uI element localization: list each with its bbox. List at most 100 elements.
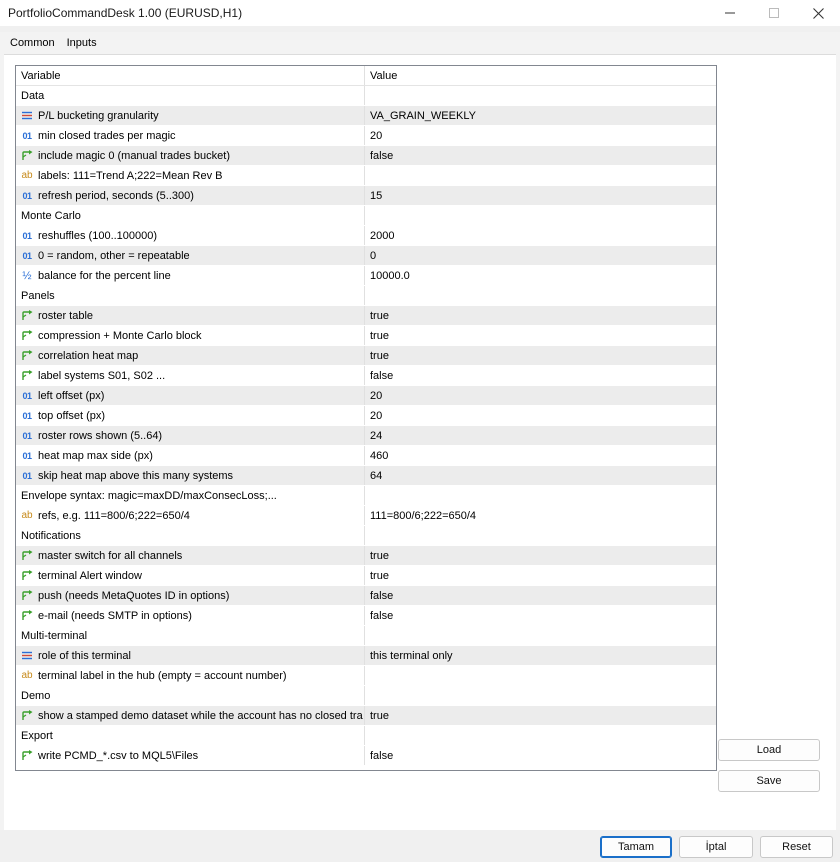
parameter-row[interactable]: master switch for all channels true <box>16 546 716 566</box>
parameter-value[interactable]: 15 <box>370 190 382 202</box>
parameter-row[interactable]: compression + Monte Carlo block true <box>16 326 716 346</box>
parameter-row[interactable]: e-mail (needs SMTP in options) false <box>16 606 716 626</box>
parameter-value-cell[interactable]: false <box>365 606 716 625</box>
parameter-value-cell[interactable]: true <box>365 546 716 565</box>
parameter-row[interactable]: roster table true <box>16 306 716 326</box>
parameter-value[interactable]: VA_GRAIN_WEEKLY <box>370 110 476 122</box>
parameter-value[interactable]: true <box>370 570 389 582</box>
group-row[interactable]: Export <box>16 726 716 746</box>
parameter-row[interactable]: label systems S01, S02 ... false <box>16 366 716 386</box>
parameter-value[interactable]: true <box>370 330 389 342</box>
parameter-row[interactable]: 01 left offset (px) 20 <box>16 386 716 406</box>
parameter-row[interactable]: 01 skip heat map above this many systems 6… <box>16 466 716 486</box>
parameter-row[interactable]: include magic 0 (manual trades bucket) fa… <box>16 146 716 166</box>
parameter-row[interactable]: ab labels: 111=Trend A;222=Mean Rev B <box>16 166 716 186</box>
parameter-value[interactable]: 20 <box>370 410 382 422</box>
ok-button[interactable]: Tamam <box>600 836 672 858</box>
minimize-button[interactable] <box>708 0 752 26</box>
parameter-value-cell[interactable]: 24 <box>365 426 716 445</box>
parameter-value-cell[interactable]: false <box>365 586 716 605</box>
parameter-row[interactable]: 01 reshuffles (100..100000) 2000 <box>16 226 716 246</box>
parameter-row[interactable]: ab terminal label in the hub (empty = acc… <box>16 666 716 686</box>
parameter-value-cell[interactable]: 20 <box>365 406 716 425</box>
parameter-value-cell[interactable]: false <box>365 746 716 765</box>
parameter-value[interactable]: 0 <box>370 250 376 262</box>
parameter-value-cell[interactable]: true <box>365 306 716 325</box>
parameter-value-cell[interactable]: 10000.0 <box>365 266 716 285</box>
parameter-value-cell[interactable] <box>365 166 716 185</box>
parameter-row[interactable]: 01 heat map max side (px) 460 <box>16 446 716 466</box>
parameter-value-cell[interactable]: 15 <box>365 186 716 205</box>
parameter-value-cell[interactable]: 64 <box>365 466 716 485</box>
parameter-value[interactable]: true <box>370 350 389 362</box>
parameter-value-cell[interactable]: 0 <box>365 246 716 265</box>
parameter-value-cell[interactable]: 2000 <box>365 226 716 245</box>
cancel-button[interactable]: İptal <box>679 836 753 858</box>
parameter-row[interactable]: push (needs MetaQuotes ID in options) fal… <box>16 586 716 606</box>
parameter-value[interactable]: 64 <box>370 470 382 482</box>
parameter-value[interactable]: false <box>370 610 393 622</box>
inputs-grid[interactable]: Variable Value Data P/L bucketing granula… <box>15 65 717 771</box>
parameter-value[interactable]: false <box>370 750 393 762</box>
parameter-value-cell[interactable]: this terminal only <box>365 646 716 665</box>
parameter-value-cell[interactable]: VA_GRAIN_WEEKLY <box>365 106 716 125</box>
parameter-row[interactable]: 01 top offset (px) 20 <box>16 406 716 426</box>
group-row[interactable]: Data <box>16 86 716 106</box>
tab-common[interactable]: Common <box>10 37 55 55</box>
parameter-row[interactable]: show a stamped demo dataset while the ac… <box>16 706 716 726</box>
reset-button[interactable]: Reset <box>760 836 833 858</box>
parameter-value-cell[interactable] <box>365 666 716 685</box>
group-row[interactable]: Multi-terminal <box>16 626 716 646</box>
group-row[interactable]: Envelope syntax: magic=maxDD/maxConsecLo… <box>16 486 716 506</box>
parameter-value-cell[interactable]: 460 <box>365 446 716 465</box>
parameter-value-cell[interactable]: true <box>365 326 716 345</box>
parameter-value[interactable]: false <box>370 590 393 602</box>
parameter-value-cell[interactable]: true <box>365 566 716 585</box>
close-icon <box>812 7 824 19</box>
save-button[interactable]: Save <box>718 770 820 792</box>
parameter-value-cell[interactable]: 20 <box>365 386 716 405</box>
parameter-value[interactable]: 20 <box>370 390 382 402</box>
parameter-value[interactable]: 2000 <box>370 230 394 242</box>
maximize-button[interactable] <box>752 0 796 26</box>
parameter-value-cell[interactable]: false <box>365 146 716 165</box>
header-variable[interactable]: Variable <box>16 66 365 85</box>
parameter-row[interactable]: correlation heat map true <box>16 346 716 366</box>
parameter-value[interactable]: 20 <box>370 130 382 142</box>
parameter-row[interactable]: 01 roster rows shown (5..64) 24 <box>16 426 716 446</box>
parameter-row[interactable]: 01 min closed trades per magic 20 <box>16 126 716 146</box>
group-row[interactable]: Monte Carlo <box>16 206 716 226</box>
parameter-row[interactable]: write PCMD_*.csv to MQL5\Files false <box>16 746 716 766</box>
load-button[interactable]: Load <box>718 739 820 761</box>
parameter-value-cell[interactable]: true <box>365 706 716 725</box>
header-value[interactable]: Value <box>365 66 716 85</box>
parameter-value[interactable]: false <box>370 370 393 382</box>
parameter-value[interactable]: 24 <box>370 430 382 442</box>
parameter-value[interactable]: 10000.0 <box>370 270 410 282</box>
group-row[interactable]: Panels <box>16 286 716 306</box>
parameter-value[interactable]: true <box>370 710 389 722</box>
parameter-row[interactable]: role of this terminal this terminal only <box>16 646 716 666</box>
group-value-cell <box>365 86 716 105</box>
parameter-value[interactable]: false <box>370 150 393 162</box>
parameter-row[interactable]: ab refs, e.g. 111=800/6;222=650/4 111=800/… <box>16 506 716 526</box>
parameter-value-cell[interactable]: 20 <box>365 126 716 145</box>
parameter-value[interactable]: this terminal only <box>370 650 453 662</box>
parameter-value-cell[interactable]: 111=800/6;222=650/4 <box>365 506 716 525</box>
parameter-value[interactable]: true <box>370 310 389 322</box>
group-row[interactable]: Demo <box>16 686 716 706</box>
tab-inputs[interactable]: Inputs <box>66 37 97 55</box>
group-label: Monte Carlo <box>21 209 81 222</box>
parameter-row[interactable]: 01 0 = random, other = repeatable 0 <box>16 246 716 266</box>
parameter-row[interactable]: P/L bucketing granularity VA_GRAIN_WEEKLY <box>16 106 716 126</box>
parameter-value-cell[interactable]: true <box>365 346 716 365</box>
parameter-value[interactable]: 111=800/6;222=650/4 <box>370 510 476 522</box>
parameter-row[interactable]: terminal Alert window true <box>16 566 716 586</box>
parameter-row[interactable]: 01 refresh period, seconds (5..300) 15 <box>16 186 716 206</box>
close-button[interactable] <box>796 0 840 26</box>
group-row[interactable]: Notifications <box>16 526 716 546</box>
parameter-value-cell[interactable]: false <box>365 366 716 385</box>
parameter-value[interactable]: 460 <box>370 450 388 462</box>
parameter-value[interactable]: true <box>370 550 389 562</box>
parameter-row[interactable]: ½ balance for the percent line 10000.0 <box>16 266 716 286</box>
